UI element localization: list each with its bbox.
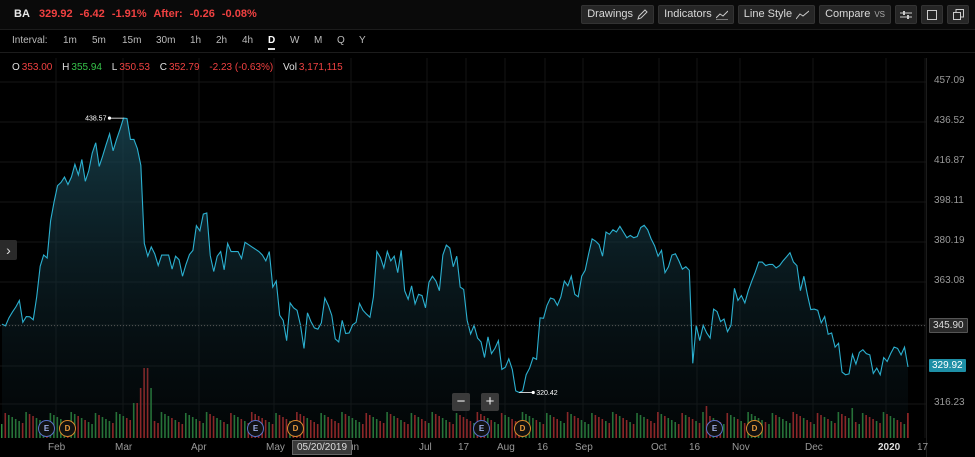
zoom-out-button[interactable]: − xyxy=(452,393,470,411)
compare-vs: VS xyxy=(874,10,885,19)
line-style-button[interactable]: Line Style xyxy=(737,5,816,24)
interval-4h[interactable]: 4h xyxy=(242,35,253,46)
y-tick-label: 398.11 xyxy=(934,195,964,206)
x-tick-label: Aug xyxy=(497,442,515,453)
expand-panel-button[interactable]: › xyxy=(0,240,17,260)
open-value: 353.00 xyxy=(21,62,53,73)
x-tick-label: Nov xyxy=(732,442,750,453)
interval-label: Interval: xyxy=(12,35,48,46)
pencil-icon xyxy=(637,9,648,20)
x-tick-label: Oct xyxy=(651,442,667,453)
line-chart-icon xyxy=(796,10,810,19)
interval-q[interactable]: Q xyxy=(337,35,345,46)
y-tick-label: 457.09 xyxy=(934,75,965,86)
x-tick-label: Apr xyxy=(191,442,207,453)
square-icon xyxy=(927,9,937,20)
high-marker-dot xyxy=(107,116,112,120)
fullscreen-button[interactable] xyxy=(921,5,943,24)
zoom-in-button[interactable]: + xyxy=(481,393,499,411)
price-change: -6.42 xyxy=(79,8,105,20)
price-change-pct: -1.91% xyxy=(111,8,147,20)
close-change: -2.23 (-0.63%) xyxy=(209,62,274,73)
after-hours-label: After: xyxy=(153,8,183,20)
interval-bar: Interval: 1m 5m 15m 30m 1h 2h 4h D W M Q Y xyxy=(0,30,975,53)
low-marker-label: 320.42 xyxy=(536,390,558,397)
open-label: O xyxy=(12,62,20,73)
sliders-icon xyxy=(900,10,912,19)
after-hours-change: -0.26 xyxy=(189,8,215,20)
indicators-label: Indicators xyxy=(664,8,712,20)
x-tick-label: Mar xyxy=(115,442,133,453)
earnings-marker[interactable]: E xyxy=(38,420,55,437)
low-marker-dot xyxy=(531,390,535,395)
interval-15m[interactable]: 15m xyxy=(122,35,141,46)
cursor-date-label: 05/20/2019 xyxy=(292,440,353,455)
interval-2h[interactable]: 2h xyxy=(216,35,227,46)
volume-value: 3,171,115 xyxy=(298,62,343,73)
top-bar: BA 329.92 -6.42 -1.91% After: -0.26 -0.0… xyxy=(0,0,975,30)
interval-5m[interactable]: 5m xyxy=(92,35,106,46)
y-tick-label: 416.87 xyxy=(934,155,965,166)
copy-icon xyxy=(952,9,964,20)
earnings-marker[interactable]: E xyxy=(706,420,723,437)
drawings-button[interactable]: Drawings xyxy=(581,5,655,24)
compare-button[interactable]: Compare VS xyxy=(819,5,891,24)
chevron-right-icon: › xyxy=(6,242,11,258)
interval-d[interactable]: D xyxy=(268,35,276,50)
line-style-label: Line Style xyxy=(743,8,793,20)
x-tick-label: 16 xyxy=(537,442,549,453)
compare-label: Compare xyxy=(825,8,871,20)
popout-button[interactable] xyxy=(947,5,969,24)
x-tick-label: Sep xyxy=(575,442,593,453)
dividend-marker[interactable]: D xyxy=(287,420,304,437)
after-hours-pct: -0.08% xyxy=(221,8,257,20)
x-tick-label: 2020 xyxy=(878,442,901,453)
close-value: 352.79 xyxy=(168,62,200,73)
drawings-label: Drawings xyxy=(587,8,634,20)
close-label: C xyxy=(159,62,167,73)
reference-price-tag: 345.90 xyxy=(929,318,968,333)
chart-toolbar: Drawings Indicators Line Style Compare V… xyxy=(581,5,969,24)
last-price: 329.92 xyxy=(38,8,73,20)
interval-w[interactable]: W xyxy=(290,35,299,46)
y-tick-label: 316.23 xyxy=(934,397,965,408)
x-tick-label: Dec xyxy=(805,442,823,453)
interval-1h[interactable]: 1h xyxy=(190,35,201,46)
earnings-marker[interactable]: E xyxy=(247,420,264,437)
low-label: L xyxy=(111,62,118,73)
high-label: H xyxy=(62,62,70,73)
settings-button[interactable] xyxy=(895,5,917,24)
dividend-marker[interactable]: D xyxy=(514,420,531,437)
indicators-icon xyxy=(715,10,728,20)
dividend-marker[interactable]: D xyxy=(746,420,763,437)
interval-1m[interactable]: 1m xyxy=(63,35,77,46)
y-tick-label: 436.52 xyxy=(934,115,965,126)
x-tick-label: Jul xyxy=(419,442,432,453)
y-tick-label: 380.19 xyxy=(934,235,965,246)
x-tick-label: 17 xyxy=(458,442,470,453)
earnings-marker[interactable]: E xyxy=(473,420,490,437)
high-marker-label: 438.57 xyxy=(85,116,107,123)
volume-label: Vol xyxy=(283,62,297,73)
price-area xyxy=(2,118,908,439)
x-tick-label: May xyxy=(266,442,285,453)
last-price-tag: 329.92 xyxy=(929,359,966,372)
interval-m[interactable]: M xyxy=(314,35,322,46)
high-value: 355.94 xyxy=(71,62,102,73)
ohlc-legend: O 353.00 H 355.94 L 350.53 C 352.79 -2.23 (-… xyxy=(12,62,350,73)
dividend-marker[interactable]: D xyxy=(59,420,76,437)
symbol[interactable]: BA xyxy=(14,8,30,20)
y-tick-label: 363.08 xyxy=(934,275,965,286)
x-tick-label: 17 xyxy=(917,442,929,453)
indicators-button[interactable]: Indicators xyxy=(658,5,734,24)
low-value: 350.53 xyxy=(119,62,150,73)
interval-30m[interactable]: 30m xyxy=(156,35,175,46)
interval-y[interactable]: Y xyxy=(359,35,366,46)
x-tick-label: Feb xyxy=(48,442,66,453)
quote-summary: BA 329.92 -6.42 -1.91% After: -0.26 -0.0… xyxy=(14,8,261,20)
x-tick-label: 16 xyxy=(689,442,701,453)
